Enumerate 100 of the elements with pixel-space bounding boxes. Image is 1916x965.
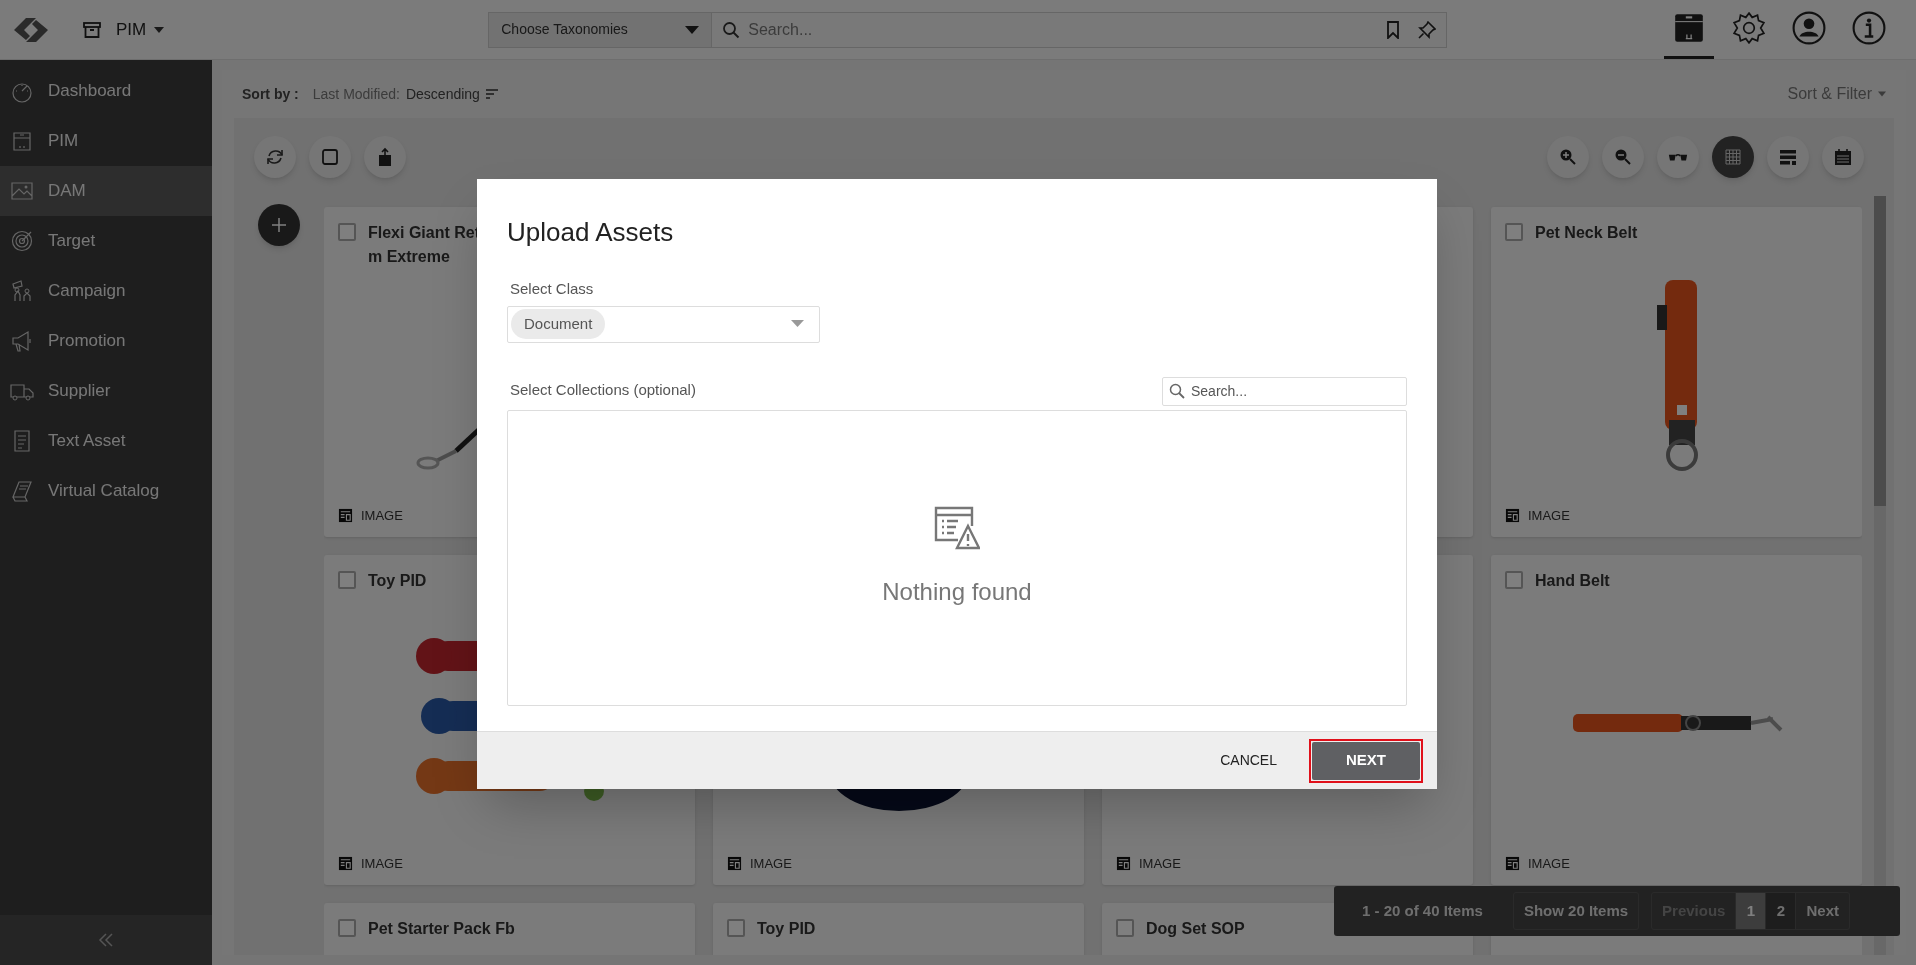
collapse-icon[interactable] xyxy=(98,932,114,948)
list-icon xyxy=(1778,147,1798,167)
document-icon xyxy=(338,855,353,871)
page-size-button[interactable]: Show 20 Items xyxy=(1512,892,1640,930)
next-button[interactable]: NEXT xyxy=(1312,741,1420,780)
search-input[interactable]: Search... xyxy=(748,17,1379,42)
asset-card[interactable]: Pet Neck Belt IMAGE xyxy=(1491,207,1862,537)
refresh-icon xyxy=(265,147,285,167)
zoom-in-icon xyxy=(1558,147,1578,167)
search-icon xyxy=(1169,383,1185,399)
asset-card[interactable]: Toy PID xyxy=(713,903,1084,955)
search-input[interactable]: Search... xyxy=(1191,380,1400,402)
empty-message: Nothing found xyxy=(882,576,1032,607)
sort-label: Sort by : xyxy=(242,84,299,104)
asset-type-label: IMAGE xyxy=(361,506,403,525)
checkbox[interactable] xyxy=(338,919,356,937)
document-icon xyxy=(338,507,353,523)
card-title: Pet Starter Pack Fb xyxy=(368,919,515,939)
card-title: Pet Neck Belt xyxy=(1535,223,1638,243)
settings-icon xyxy=(1732,11,1766,45)
box-icon xyxy=(1672,11,1706,45)
checkbox-icon xyxy=(320,147,340,167)
document-icon xyxy=(1505,507,1520,523)
plus-icon xyxy=(271,217,287,233)
people-icon xyxy=(10,279,34,303)
asset-type-label: IMAGE xyxy=(1528,506,1570,525)
pin-icon[interactable] xyxy=(1418,20,1437,39)
collections-search-field[interactable]: Search... xyxy=(1162,376,1407,406)
document-icon xyxy=(727,855,742,871)
asset-type-label: IMAGE xyxy=(1528,854,1570,873)
sidebar-item[interactable]: DAM xyxy=(0,166,212,216)
view-button[interactable] xyxy=(1822,136,1864,178)
sort-field: Last Modified: xyxy=(312,83,400,105)
view-button[interactable] xyxy=(1602,136,1644,178)
card-title: Toy PID xyxy=(368,571,427,591)
sidebar-item[interactable]: Promotion xyxy=(0,316,212,366)
image-icon xyxy=(10,179,34,203)
toolbar-button[interactable] xyxy=(364,136,406,178)
toolbar-button[interactable] xyxy=(254,136,296,178)
asset-type-label: IMAGE xyxy=(1139,854,1181,873)
toolbar-button[interactable] xyxy=(309,136,351,178)
scrollbar[interactable] xyxy=(1874,196,1886,955)
sidebar-item[interactable]: Supplier xyxy=(0,366,212,416)
grid-icon xyxy=(1723,147,1743,167)
checkbox[interactable] xyxy=(338,223,356,241)
add-button[interactable] xyxy=(258,204,300,246)
view-button[interactable] xyxy=(1767,136,1809,178)
taxonomy-select[interactable]: Choose Taxonomies xyxy=(488,11,713,48)
info-icon xyxy=(1852,11,1886,45)
field-label: Select Collections (optional) xyxy=(510,380,696,400)
checkbox[interactable] xyxy=(1505,571,1523,589)
sidebar-item[interactable]: Dashboard xyxy=(0,66,212,116)
box-icon xyxy=(10,129,34,153)
document-icon xyxy=(1116,855,1131,871)
sidebar-item[interactable]: Target xyxy=(0,216,212,266)
book-icon xyxy=(10,479,34,503)
checkbox[interactable] xyxy=(338,571,356,589)
search-icon xyxy=(722,20,741,39)
next-button[interactable]: Next xyxy=(1795,893,1849,929)
sidebar-item[interactable]: Virtual Catalog xyxy=(0,466,212,516)
view-button[interactable] xyxy=(1712,136,1754,178)
asset-type-label: IMAGE xyxy=(361,854,403,873)
field-label: Select Class xyxy=(510,279,594,299)
bookmark-icon[interactable] xyxy=(1386,20,1401,39)
calendar-icon xyxy=(1833,147,1853,167)
search-field[interactable]: Search... xyxy=(712,11,1448,48)
checkbox[interactable] xyxy=(727,919,745,937)
scrollbar-thumb[interactable] xyxy=(1874,196,1886,506)
page-button[interactable]: 2 xyxy=(1765,893,1796,929)
dialog-title: Upload Assets xyxy=(507,216,674,249)
sort-filter-toggle[interactable]: Sort & Filter xyxy=(1787,82,1886,106)
zoom-out-icon xyxy=(1613,147,1633,167)
asset-card[interactable]: Pet Starter Pack Fb xyxy=(324,903,695,955)
asset-card[interactable]: Hand Belt IMAGE xyxy=(1491,555,1862,885)
sidebar-item[interactable]: Campaign xyxy=(0,266,212,316)
user-icon xyxy=(1792,11,1826,45)
caret-icon xyxy=(154,26,165,33)
cancel-button[interactable]: CANCEL xyxy=(1216,750,1281,771)
target-icon xyxy=(10,229,34,253)
view-button[interactable] xyxy=(1547,136,1589,178)
archive-icon[interactable] xyxy=(82,19,102,40)
document-icon xyxy=(1505,855,1520,871)
empty-list-icon xyxy=(934,505,980,550)
sidebar-item[interactable]: PIM xyxy=(0,116,212,166)
sort-order-button[interactable]: Descending xyxy=(405,83,498,105)
checkbox[interactable] xyxy=(1505,223,1523,241)
megaphone-icon xyxy=(10,329,34,353)
caret-icon xyxy=(685,25,700,34)
view-button[interactable] xyxy=(1657,136,1699,178)
glasses-icon xyxy=(1668,153,1688,161)
class-chip: Document xyxy=(511,308,606,340)
card-title: Dog Set SOP xyxy=(1146,919,1245,939)
asset-type-label: IMAGE xyxy=(750,854,792,873)
caret-icon xyxy=(791,320,804,328)
page-button[interactable]: 1 xyxy=(1735,893,1766,929)
app-menu[interactable]: PIM xyxy=(116,16,165,43)
class-select[interactable]: Document xyxy=(507,305,820,343)
checkbox[interactable] xyxy=(1116,919,1134,937)
card-title: Hand Belt xyxy=(1535,571,1610,591)
sidebar-item[interactable]: Text Asset xyxy=(0,416,212,466)
